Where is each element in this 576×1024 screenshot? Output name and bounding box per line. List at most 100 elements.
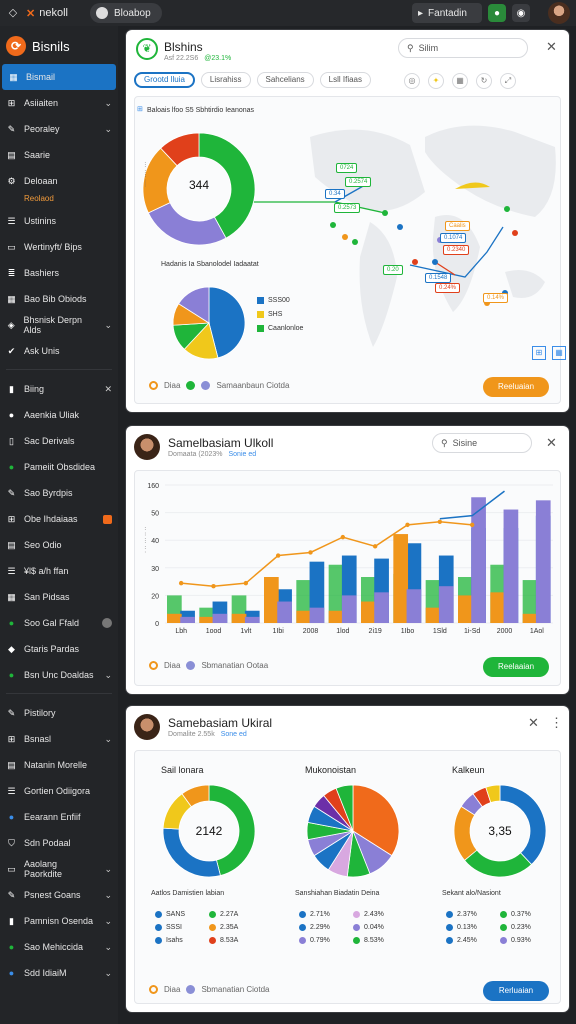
sidebar-item[interactable]: ✎ Peoraley ⌄	[0, 116, 118, 142]
sidebar-item[interactable]: ● Bsn Unc Doaldas ⌄	[0, 662, 118, 688]
close-icon[interactable]: ✕	[546, 435, 557, 451]
chevron-down-icon[interactable]: ⌄	[104, 968, 112, 979]
donut-slice[interactable]	[463, 849, 533, 878]
donut-slice[interactable]	[147, 202, 227, 246]
sidebar-item[interactable]: ✎ Pistilory	[0, 700, 118, 726]
bar[interactable]	[341, 595, 357, 623]
diamond-icon[interactable]: ◇	[6, 6, 20, 20]
sidebar-item[interactable]: ● Pameiit Obsdidea	[0, 454, 118, 480]
sidebar-item[interactable]: ⛉ Sdn Podaal	[0, 830, 118, 856]
sidebar-item[interactable]: ☰ ¥l$ a/h ffan	[0, 558, 118, 584]
bar[interactable]	[522, 613, 538, 623]
trend-point[interactable]	[405, 522, 410, 528]
sidebar-item[interactable]: ▮ Pamnisn Osenda ⌄	[0, 908, 118, 934]
chevron-down-icon[interactable]: ⌄	[104, 734, 112, 745]
sidebar-item[interactable]: ◆ Gtaris Pardas	[0, 636, 118, 662]
bar[interactable]	[167, 613, 182, 623]
fantadin-button[interactable]: ▸ Fantadin	[412, 3, 482, 23]
trend-point[interactable]	[211, 584, 216, 589]
refresh-icon[interactable]: ↻	[476, 73, 492, 89]
bar[interactable]	[471, 497, 486, 623]
chevron-down-icon[interactable]: ⌄	[104, 916, 112, 927]
sidebar-item[interactable]: ▤ Saarie	[0, 142, 118, 168]
bar[interactable]	[458, 595, 473, 623]
map-label[interactable]: Caalis	[445, 221, 470, 231]
sidebar-item[interactable]: ☰ Gortien Odiigora	[0, 778, 118, 804]
chevron-down-icon[interactable]: ⌄	[104, 670, 112, 681]
close-icon[interactable]: ✕	[546, 39, 557, 55]
browser-tab[interactable]: Bloabop	[89, 3, 162, 23]
sidebar-item[interactable]: ✎ Sao Byrdpis	[0, 480, 118, 506]
map-label[interactable]: 0.2574	[345, 177, 372, 187]
map-marker[interactable]	[330, 222, 336, 228]
map-label[interactable]: 0724	[336, 163, 358, 173]
tab[interactable]: Sahcelians	[256, 72, 314, 88]
tab[interactable]: Grootd lluia	[134, 72, 195, 88]
bar[interactable]	[277, 601, 292, 623]
bar[interactable]	[374, 592, 389, 623]
bar[interactable]	[503, 509, 519, 623]
sidebar-item[interactable]: ● Soo Gal Ffald	[0, 610, 118, 636]
map-marker[interactable]	[412, 259, 418, 265]
bar[interactable]	[244, 616, 260, 623]
bar[interactable]	[212, 613, 228, 623]
map-marker[interactable]	[397, 224, 403, 230]
map-marker[interactable]	[382, 210, 388, 216]
brand[interactable]: ✕ nekoll	[26, 7, 68, 20]
sidebar-item[interactable]: ▭ Aaolang Paorkdite ⌄	[0, 856, 118, 882]
sidebar-item[interactable]: ▦ San Pidsas	[0, 584, 118, 610]
bar[interactable]	[328, 610, 344, 623]
android-icon[interactable]: ●	[488, 4, 506, 22]
map-label[interactable]: 0.1074	[440, 233, 467, 243]
chevron-down-icon[interactable]: ⌄	[104, 124, 112, 135]
map-marker[interactable]	[512, 230, 518, 236]
sidebar-item[interactable]: ◈ Bhsnisk Derpn Alds ⌄	[0, 312, 118, 338]
tab[interactable]: Lsll Ifiaas	[319, 72, 371, 88]
card1-action-button[interactable]: Reeluaian	[483, 377, 549, 397]
sidebar-item[interactable]: ⊞ Asiiaiten ⌄	[0, 90, 118, 116]
map-label[interactable]: 0.14%	[483, 293, 509, 303]
map-label[interactable]: 0.1548	[425, 273, 452, 283]
bar[interactable]	[535, 500, 551, 623]
tab[interactable]: Lisrahiss	[200, 72, 251, 88]
sidebar-item[interactable]: ▮ Biing ✕	[0, 376, 118, 402]
grid-toggle-icon[interactable]: ▦	[452, 73, 468, 89]
map-marker[interactable]	[432, 259, 438, 265]
bar[interactable]	[264, 577, 279, 623]
trend-point[interactable]	[437, 519, 443, 524]
bar[interactable]	[490, 592, 506, 623]
bar[interactable]	[231, 613, 247, 623]
trend-point[interactable]	[340, 534, 346, 540]
sidebar-item[interactable]: ≣ Bashiers	[0, 260, 118, 286]
lightbulb-icon[interactable]: ✦	[428, 73, 444, 89]
sidebar-item[interactable]: ▤ Seo Odio	[0, 532, 118, 558]
chevron-down-icon[interactable]: ⌄	[104, 942, 112, 953]
chevron-down-icon[interactable]: ⌄	[104, 864, 112, 875]
map-marker[interactable]	[352, 239, 358, 245]
bar[interactable]	[199, 616, 215, 623]
user-avatar[interactable]	[548, 2, 570, 24]
github-icon[interactable]: ◉	[512, 4, 530, 22]
sidebar-item[interactable]: ✔ Ask Unis	[0, 338, 118, 364]
fullscreen-icon[interactable]: ⤢	[500, 73, 516, 89]
bar[interactable]	[438, 586, 454, 623]
bar[interactable]	[309, 607, 325, 623]
bar[interactable]	[361, 601, 376, 623]
sidebar-item[interactable]: ● Aaenkia Uliak	[0, 402, 118, 428]
sidebar-item[interactable]: ▭ Wertinyft/ Bips	[0, 234, 118, 260]
bar[interactable]	[425, 607, 441, 623]
map-label[interactable]: 0.2340	[443, 245, 470, 255]
sidebar-item[interactable]: ● Sao Mehiccida ⌄	[0, 934, 118, 960]
map-label[interactable]: 0.2573	[334, 203, 361, 213]
close-icon[interactable]: ✕	[104, 384, 112, 395]
more-icon[interactable]: ⋮	[550, 715, 563, 731]
sidebar-item[interactable]: ☰ Ustinins	[0, 208, 118, 234]
card3-action-button[interactable]: Rerluaian	[483, 981, 549, 1001]
map-zoom-icon[interactable]: ⊞	[532, 346, 546, 360]
map-label[interactable]: 0.20	[383, 265, 403, 275]
sidebar-item[interactable]: ▯ Sac Derivals	[0, 428, 118, 454]
trend-point[interactable]	[372, 544, 378, 549]
sidebar-item[interactable]: ⊞ Bsnasl ⌄	[0, 726, 118, 752]
map-marker[interactable]	[504, 206, 510, 212]
trend-point[interactable]	[243, 580, 249, 586]
